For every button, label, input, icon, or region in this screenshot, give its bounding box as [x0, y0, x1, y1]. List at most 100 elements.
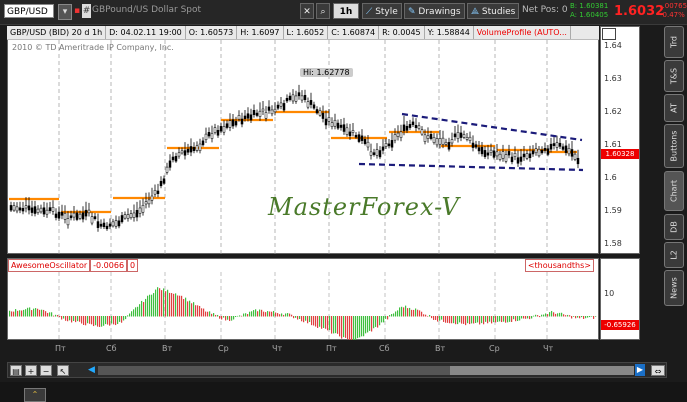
box-icon[interactable]: ▤ — [10, 365, 22, 376]
candle-body — [447, 142, 451, 150]
oscillator-bar — [591, 316, 593, 317]
candle-body — [30, 207, 34, 213]
oscillator-bar — [419, 310, 421, 317]
candle-body — [21, 208, 25, 212]
oscillator-bar — [125, 316, 127, 320]
oscillator-bar — [183, 299, 185, 317]
candle-body — [405, 125, 409, 131]
oscillator-bar — [127, 315, 129, 317]
candle-body — [237, 115, 241, 120]
expand-up-icon[interactable]: ⌃ — [24, 388, 46, 402]
candle-body — [105, 225, 109, 230]
tab-ts[interactable]: T&S — [664, 60, 684, 92]
time-scrollbar[interactable] — [98, 366, 634, 375]
tab-trd[interactable]: Trd — [664, 26, 684, 58]
tab-l2[interactable]: L2 — [664, 242, 684, 268]
side-tabs: Trd T&S AT Buttons Chart DB L2 News — [664, 26, 686, 326]
tab-db[interactable]: DB — [664, 214, 684, 240]
expand-icon[interactable]: ⇔ — [651, 365, 665, 376]
style-button[interactable]: ⟋ Style — [362, 3, 402, 19]
candle-body — [330, 122, 334, 127]
candle-body — [138, 207, 142, 214]
scrollbar-thumb[interactable] — [450, 366, 634, 375]
flag-icon[interactable]: ▪ — [73, 4, 81, 18]
oscillator-bar — [111, 316, 113, 324]
oscillator-tick: 10 — [604, 289, 615, 298]
oscillator-bar — [361, 316, 363, 337]
candle-body — [477, 147, 481, 152]
oscillator-bar — [293, 316, 295, 319]
candle-body — [375, 149, 379, 156]
oscillator-bar — [387, 316, 389, 320]
oscillator-axis[interactable]: 10 -0.65926 — [600, 258, 640, 340]
oscillator-bar — [143, 302, 145, 317]
time-axis[interactable]: Пт Сб Вт Ср Чт Пт Сб Вт Ср Чт — [7, 342, 599, 356]
drawings-icon: ✎ — [408, 7, 416, 17]
price-tick: 1.63 — [604, 74, 622, 83]
info-close: C: 1.60874 — [328, 26, 380, 39]
oscillator-bar — [551, 310, 553, 317]
symbol-field[interactable]: GBP/USD — [4, 4, 54, 18]
oscillator-bar — [295, 316, 297, 318]
oscillator-bar — [57, 315, 59, 317]
oscillator-name[interactable]: AwesomeOscillator — [8, 259, 91, 272]
oscillator-bar — [247, 314, 249, 317]
timeframe-button[interactable]: 1h — [333, 3, 359, 19]
oscillator-bar — [255, 309, 257, 317]
chart-settings-icon[interactable] — [602, 28, 616, 40]
candle-body — [87, 209, 91, 214]
copyright: 2010 © TD Ameritrade IP Company, Inc. — [12, 43, 174, 52]
volume-profile-label[interactable]: VolumeProfile (AUTO... — [474, 26, 571, 39]
oscillator-bar — [121, 316, 123, 323]
candle-body — [393, 134, 397, 141]
candle-body — [486, 152, 490, 156]
tab-at[interactable]: AT — [664, 94, 684, 122]
scroll-right-icon[interactable]: ▶ — [635, 364, 645, 376]
oscillator-bar — [595, 316, 597, 317]
oscillator-bar — [75, 316, 77, 323]
studies-button[interactable]: ⟁ Studies — [467, 3, 520, 19]
oscillator-bar — [473, 316, 475, 324]
oscillator-bar — [151, 294, 153, 317]
dropdown-icon[interactable]: ▾ — [58, 4, 72, 20]
candle-body — [177, 152, 181, 157]
zoom-icon[interactable]: ⌕ — [316, 3, 330, 19]
candle-body — [18, 207, 22, 211]
candle-body — [174, 156, 178, 162]
candle-body — [402, 124, 406, 132]
candle-body — [462, 134, 466, 138]
zoom-in-icon[interactable]: + — [25, 365, 37, 376]
price-tick: 1.6 — [604, 173, 617, 182]
oscillator-bar — [29, 307, 31, 317]
grid-icon[interactable]: # — [82, 4, 91, 18]
candle-body — [516, 157, 520, 164]
oscillator-bar — [515, 316, 517, 322]
oscillator-bar — [435, 316, 437, 320]
oscillator-bar — [353, 316, 355, 340]
oscillator-bar — [455, 316, 457, 325]
scroll-left-icon[interactable]: ◀ — [88, 365, 95, 375]
oscillator-bar — [123, 316, 125, 321]
time-label: Пт — [55, 344, 66, 353]
price-axis[interactable]: 1.64 1.63 1.62 1.61 1.6 1.59 1.58 1.6032… — [600, 26, 640, 254]
cursor-icon[interactable]: ↖ — [57, 365, 69, 376]
oscillator-bar — [155, 289, 157, 317]
candle-body — [9, 205, 13, 211]
tab-buttons[interactable]: Buttons — [664, 124, 684, 168]
tab-news[interactable]: News — [664, 270, 684, 306]
oscillator-header: AwesomeOscillator -0.0066 0 <thousandths> — [8, 259, 598, 272]
candle-body — [75, 212, 79, 220]
zoom-out-icon[interactable]: − — [40, 365, 52, 376]
candle-body — [63, 213, 67, 220]
candle-body — [414, 124, 418, 129]
oscillator-bar — [587, 316, 589, 318]
candle-body — [396, 132, 400, 137]
oscillator-bar — [453, 316, 455, 324]
oscillator-chart[interactable] — [7, 272, 599, 340]
crosshair-icon[interactable]: ✕ — [300, 3, 314, 19]
lower-trend-line — [358, 162, 584, 172]
tab-chart[interactable]: Chart — [664, 171, 684, 211]
oscillator-bar — [141, 300, 143, 317]
hi-label: Hi: 1.62778 — [300, 68, 353, 77]
drawings-button[interactable]: ✎ Drawings — [404, 3, 465, 19]
